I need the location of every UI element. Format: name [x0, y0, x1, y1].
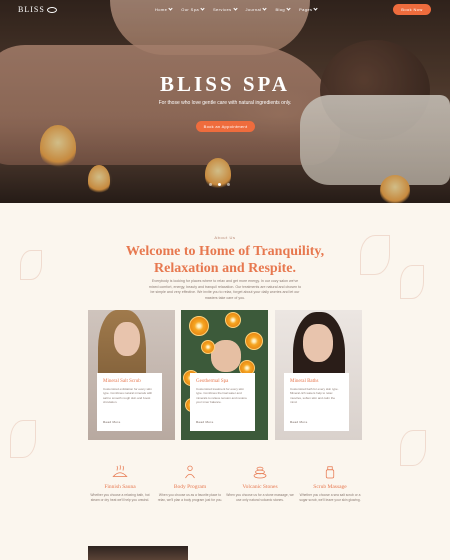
chevron-down-icon — [313, 6, 319, 11]
book-now-button[interactable]: Book Now — [393, 4, 431, 15]
next-section-image — [88, 546, 188, 560]
service-card-mineral-baths[interactable]: Mineral Baths Customized bath for every … — [275, 310, 362, 440]
service-title: Geothermal Spa — [196, 379, 229, 384]
feature-text: When you choose us for a stone massage, … — [226, 493, 294, 502]
slider-dot[interactable] — [209, 183, 212, 186]
slider-dot[interactable] — [227, 183, 230, 186]
feature-volcanic-stones: Volcanic Stones When you choose us for a… — [220, 464, 300, 503]
service-card-mineral-salt-scrub[interactable]: Mineral Salt Scrub Customized exfoliatio… — [88, 310, 175, 440]
decorative-leaf-icon — [10, 420, 36, 458]
menu-label: Blog — [275, 7, 286, 12]
menu-label: Pages — [299, 7, 313, 12]
read-more-link[interactable]: Read More — [103, 420, 121, 424]
welcome-heading-line1: Welcome to Home of Tranquility, — [125, 244, 325, 259]
menu-item-pages[interactable]: Pages — [299, 6, 319, 12]
chevron-down-icon — [286, 6, 291, 11]
service-title: Mineral Salt Scrub — [103, 379, 141, 384]
logo[interactable]: BLISS — [18, 5, 57, 14]
main-menu: Home Our Spa Services Journal Blog Pages — [155, 6, 319, 12]
feature-scrub-massage: Scrub Massage Whether you choose a sea s… — [290, 464, 370, 503]
hero-title: BLISS SPA — [160, 72, 290, 96]
menu-item-home[interactable]: Home — [155, 6, 173, 12]
sauna-icon — [112, 465, 128, 477]
read-more-link[interactable]: Read More — [290, 420, 308, 424]
section-eyebrow: About Us — [214, 235, 236, 240]
chevron-down-icon — [168, 6, 173, 11]
service-text: Customized bath for every skin type. Min… — [290, 387, 339, 404]
scrub-icon — [325, 466, 335, 479]
feature-title: Finnish Sauna — [104, 484, 136, 490]
service-card-info: Geothermal Spa Customized treatment for … — [190, 373, 255, 431]
welcome-heading: Welcome to Home of Tranquility, Relaxati… — [0, 243, 450, 277]
leaf-icon — [46, 7, 57, 14]
stones-icon — [253, 466, 267, 479]
menu-item-journal[interactable]: Journal — [245, 6, 268, 12]
feature-body-program: Body Program When you choose us as a fav… — [150, 464, 230, 503]
slider-dots — [209, 183, 230, 186]
logo-text: BLISS — [18, 5, 45, 14]
menu-label: Journal — [245, 7, 262, 12]
feature-title: Volcanic Stones — [242, 484, 278, 490]
service-title: Mineral Baths — [290, 379, 319, 384]
feature-text: When you choose us as a favorite place t… — [157, 493, 223, 502]
menu-item-services[interactable]: Services — [212, 6, 238, 12]
book-appointment-button[interactable]: Book an Appointment — [196, 121, 255, 132]
feature-title: Scrub Massage — [313, 484, 347, 490]
slider-dot-active[interactable] — [218, 183, 221, 186]
chevron-down-icon — [200, 6, 205, 11]
menu-item-our-spa[interactable]: Our Spa — [181, 6, 205, 12]
top-navigation: BLISS Home Our Spa Services Journal Blog… — [0, 0, 450, 20]
body-icon — [185, 465, 195, 479]
hero-subtitle: For those who love gentle care with natu… — [158, 100, 292, 106]
welcome-heading-line2: Relaxation and Respite. — [154, 261, 296, 276]
service-text: Customized treatment for every skin type… — [196, 387, 247, 404]
menu-item-blog[interactable]: Blog — [275, 6, 291, 12]
welcome-intro: Everybody is looking for places where to… — [148, 279, 302, 300]
service-card-info: Mineral Baths Customized bath for every … — [284, 373, 349, 431]
hero-section: BLISS Home Our Spa Services Journal Blog… — [0, 0, 450, 203]
feature-text: Whether you choose a sea salt scrub or a… — [299, 493, 361, 502]
service-text: Customized exfoliation for every skin ty… — [103, 387, 153, 404]
menu-label: Home — [155, 7, 168, 12]
feature-text: Whether you choose a relaxing bath, hot … — [90, 493, 150, 502]
service-card-geothermal-spa[interactable]: Geothermal Spa Customized treatment for … — [181, 310, 268, 440]
decorative-leaf-icon — [400, 430, 426, 466]
feature-finnish-sauna: Finnish Sauna Whether you choose a relax… — [80, 464, 160, 503]
service-card-info: Mineral Salt Scrub Customized exfoliatio… — [97, 373, 162, 431]
menu-label: Our Spa — [181, 7, 199, 12]
chevron-down-icon — [262, 6, 268, 11]
menu-label: Services — [212, 7, 232, 12]
chevron-down-icon — [232, 6, 238, 11]
read-more-link[interactable]: Read More — [196, 420, 214, 424]
feature-title: Body Program — [173, 484, 207, 490]
